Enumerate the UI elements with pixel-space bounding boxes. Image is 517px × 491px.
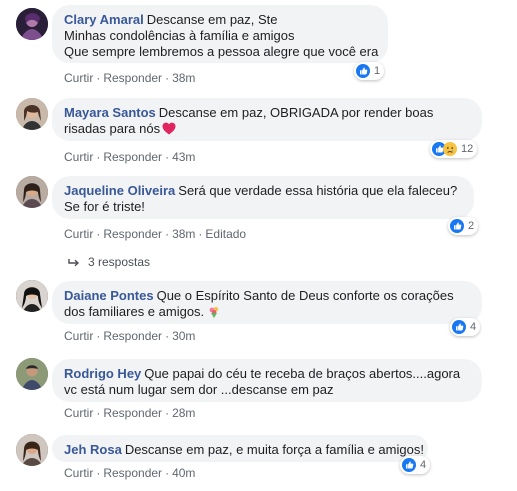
like-link[interactable]: Curtir bbox=[64, 329, 93, 343]
reaction-count: 2 bbox=[468, 220, 475, 232]
separator-dot: · bbox=[96, 466, 101, 480]
comment-author[interactable]: Jaqueline Oliveira bbox=[64, 183, 175, 198]
like-link[interactable]: Curtir bbox=[64, 150, 93, 164]
separator-dot: · bbox=[96, 329, 101, 343]
replies-count-label: 3 respostas bbox=[88, 255, 151, 269]
comment-text: Que o Espírito Santo de Deus conforte os… bbox=[156, 288, 454, 303]
comment-bubble: Mayara Santos Descanse em paz, OBRIGADA p… bbox=[52, 98, 482, 141]
comment-timestamp[interactable]: 28m bbox=[172, 406, 195, 420]
like-icon bbox=[452, 320, 466, 334]
avatar[interactable] bbox=[16, 8, 48, 40]
edited-label: Editado bbox=[205, 227, 247, 241]
separator-dot: · bbox=[165, 150, 170, 164]
reaction-summary[interactable]: 4 bbox=[450, 318, 481, 336]
comment-text: Será que verdade essa história que ela f… bbox=[178, 183, 458, 198]
comment-timestamp[interactable]: 30m bbox=[172, 329, 195, 343]
comment-text: Que papai do céu te receba de braços abe… bbox=[144, 366, 461, 381]
red-heart-icon bbox=[162, 122, 176, 135]
like-link[interactable]: Curtir bbox=[64, 406, 93, 420]
comment-text: Que sempre lembremos a pessoa alegre que… bbox=[64, 44, 379, 59]
comment-bubble: Clary Amaral Descanse em paz, Ste Minhas … bbox=[52, 5, 388, 63]
avatar[interactable] bbox=[16, 358, 48, 390]
avatar[interactable] bbox=[16, 98, 48, 130]
reply-link[interactable]: Responder bbox=[103, 466, 162, 480]
comment-text: Descanse em paz, OBRIGADA por render boa… bbox=[158, 105, 434, 120]
reaction-count: 12 bbox=[461, 143, 474, 155]
reply-link[interactable]: Responder bbox=[103, 406, 162, 420]
comment-text: Descanse em paz, Ste bbox=[146, 12, 278, 27]
sad-icon bbox=[443, 142, 457, 156]
reaction-count: 4 bbox=[470, 321, 477, 333]
comment-timestamp[interactable]: 38m bbox=[172, 71, 195, 85]
comment-text: risadas para nós bbox=[64, 121, 161, 136]
like-icon bbox=[356, 64, 370, 78]
comment-timestamp[interactable]: 38m bbox=[172, 227, 195, 241]
comment-author[interactable]: Jeh Rosa bbox=[64, 442, 122, 457]
reply-link[interactable]: Responder bbox=[103, 227, 162, 241]
reaction-count: 1 bbox=[374, 65, 381, 77]
view-replies-link[interactable]: 3 respostas bbox=[68, 255, 150, 269]
avatar[interactable] bbox=[16, 280, 48, 312]
bouquet-icon bbox=[209, 307, 219, 318]
comment-actions: Curtir · Responder · 38m · Editado bbox=[64, 227, 246, 241]
comment-text: Se for é triste! bbox=[64, 199, 145, 214]
separator-dot: · bbox=[165, 329, 170, 343]
reaction-summary[interactable]: 12 bbox=[430, 140, 478, 158]
reaction-summary[interactable]: 1 bbox=[354, 62, 385, 80]
reaction-summary[interactable]: 4 bbox=[400, 456, 431, 474]
comment-actions: Curtir · Responder · 38m bbox=[64, 71, 195, 85]
separator-dot: · bbox=[165, 71, 170, 85]
separator-dot: · bbox=[198, 227, 203, 241]
like-icon bbox=[450, 219, 464, 233]
comment-bubble: Rodrigo Hey Que papai do céu te receba de… bbox=[52, 359, 482, 402]
comment-text: dos familiares e amigos. bbox=[64, 304, 205, 319]
reply-arrow-icon bbox=[68, 258, 80, 267]
comment-actions: Curtir · Responder · 30m bbox=[64, 329, 195, 343]
comment-author[interactable]: Daiane Pontes bbox=[64, 288, 154, 303]
like-link[interactable]: Curtir bbox=[64, 227, 93, 241]
comment-actions: Curtir · Responder · 43m bbox=[64, 150, 195, 164]
separator-dot: · bbox=[96, 406, 101, 420]
comment-author[interactable]: Mayara Santos bbox=[64, 105, 156, 120]
like-icon bbox=[402, 458, 416, 472]
comment-text: vc está num lugar sem dor ...descanse em… bbox=[64, 382, 334, 397]
avatar[interactable] bbox=[16, 434, 48, 466]
separator-dot: · bbox=[96, 227, 101, 241]
comment-timestamp[interactable]: 43m bbox=[172, 150, 195, 164]
reply-link[interactable]: Responder bbox=[103, 71, 162, 85]
separator-dot: · bbox=[165, 406, 170, 420]
separator-dot: · bbox=[165, 466, 170, 480]
comment-actions: Curtir · Responder · 40m bbox=[64, 466, 195, 480]
reply-link[interactable]: Responder bbox=[103, 150, 162, 164]
separator-dot: · bbox=[165, 227, 170, 241]
comment-bubble: Jaqueline Oliveira Será que verdade essa … bbox=[52, 176, 474, 219]
comment-timestamp[interactable]: 40m bbox=[172, 466, 195, 480]
comment-actions: Curtir · Responder · 28m bbox=[64, 406, 195, 420]
comment-text: Minhas condolências à família e amigos bbox=[64, 28, 295, 43]
reaction-summary[interactable]: 2 bbox=[448, 217, 479, 235]
comment-text: Descanse em paz, e muita força a família… bbox=[124, 442, 424, 457]
comment-bubble: Daiane Pontes Que o Espírito Santo de Deu… bbox=[52, 281, 482, 324]
separator-dot: · bbox=[96, 150, 101, 164]
like-link[interactable]: Curtir bbox=[64, 71, 93, 85]
comment-author[interactable]: Rodrigo Hey bbox=[64, 366, 141, 381]
reply-link[interactable]: Responder bbox=[103, 329, 162, 343]
like-link[interactable]: Curtir bbox=[64, 466, 93, 480]
comment-author[interactable]: Clary Amaral bbox=[64, 12, 144, 27]
avatar[interactable] bbox=[16, 176, 48, 208]
separator-dot: · bbox=[96, 71, 101, 85]
comment-bubble: Jeh Rosa Descanse em paz, e muita força a… bbox=[52, 435, 428, 462]
reaction-count: 4 bbox=[420, 459, 427, 471]
